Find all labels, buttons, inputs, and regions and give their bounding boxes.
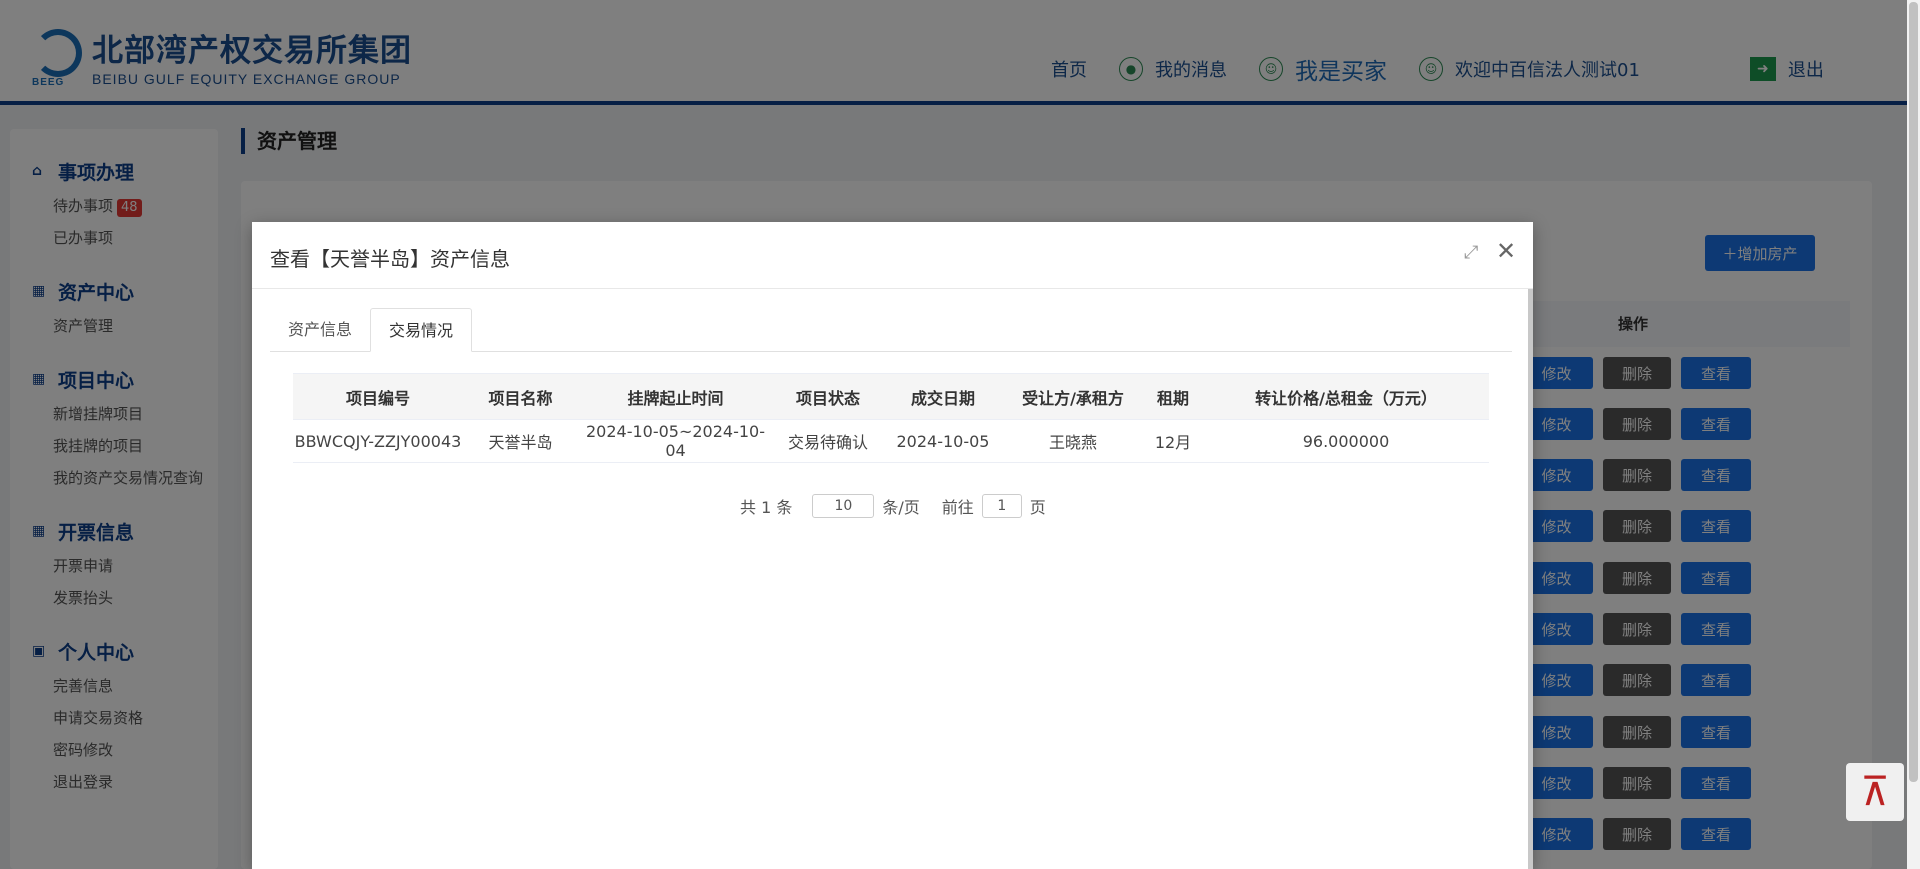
close-icon[interactable]: ✕ bbox=[1496, 239, 1520, 263]
page-size-select[interactable]: 10 bbox=[812, 494, 875, 518]
pagination: 共 1 条 10 条/页 前往 1 页 bbox=[740, 494, 1046, 518]
col-project-name: 项目名称 bbox=[463, 373, 578, 420]
table-row: BBWCQJY-ZZJY00043 天誉半岛 2024-10-05~2024-1… bbox=[293, 419, 1489, 463]
cell-project-status: 交易待确认 bbox=[773, 419, 883, 463]
cell-project-name: 天誉半岛 bbox=[463, 419, 578, 463]
maximize-icon[interactable]: ⤢ bbox=[1464, 242, 1486, 264]
col-deal-date: 成交日期 bbox=[883, 373, 1003, 420]
col-listing-period: 挂牌起止时间 bbox=[578, 373, 773, 420]
col-lease-term: 租期 bbox=[1143, 373, 1203, 420]
cell-deal-date: 2024-10-05 bbox=[883, 419, 1003, 463]
cell-project-id: BBWCQJY-ZZJY00043 bbox=[293, 419, 463, 463]
tab-transactions[interactable]: 交易情况 bbox=[370, 308, 473, 352]
dialog-tabs: 资产信息 交易情况 bbox=[270, 308, 1512, 352]
tab-asset-info[interactable]: 资产信息 bbox=[270, 308, 370, 352]
arrow-up-icon: ⊼ bbox=[1860, 769, 1890, 815]
transaction-table: 项目编号 项目名称 挂牌起止时间 项目状态 成交日期 受让方/承租方 租期 转让… bbox=[293, 373, 1489, 463]
col-price: 转让价格/总租金（万元） bbox=[1203, 373, 1489, 420]
dialog-title: 查看【天誉半岛】资产信息 bbox=[270, 247, 510, 271]
cell-listing-period: 2024-10-05~2024-10-04 bbox=[578, 419, 773, 463]
asset-info-dialog: 查看【天誉半岛】资产信息 ⤢ ✕ 资产信息 交易情况 项目编号 项目名称 挂牌起… bbox=[252, 222, 1533, 869]
col-project-id: 项目编号 bbox=[293, 373, 463, 420]
page-goto-input[interactable]: 1 bbox=[981, 494, 1022, 518]
cell-price: 96.000000 bbox=[1203, 419, 1489, 463]
pager-total: 共 1 条 bbox=[740, 498, 793, 517]
cell-transferee: 王晓燕 bbox=[1003, 419, 1143, 463]
col-project-status: 项目状态 bbox=[773, 373, 883, 420]
back-to-top-button[interactable]: ⊼ bbox=[1846, 763, 1904, 821]
dialog-scrollbar[interactable] bbox=[1528, 289, 1533, 869]
page-scrollbar-thumb[interactable] bbox=[1909, 2, 1918, 782]
table-header-row: 项目编号 项目名称 挂牌起止时间 项目状态 成交日期 受让方/承租方 租期 转让… bbox=[293, 373, 1489, 420]
cell-lease-term: 12月 bbox=[1143, 419, 1203, 463]
col-transferee: 受让方/承租方 bbox=[1003, 373, 1143, 420]
